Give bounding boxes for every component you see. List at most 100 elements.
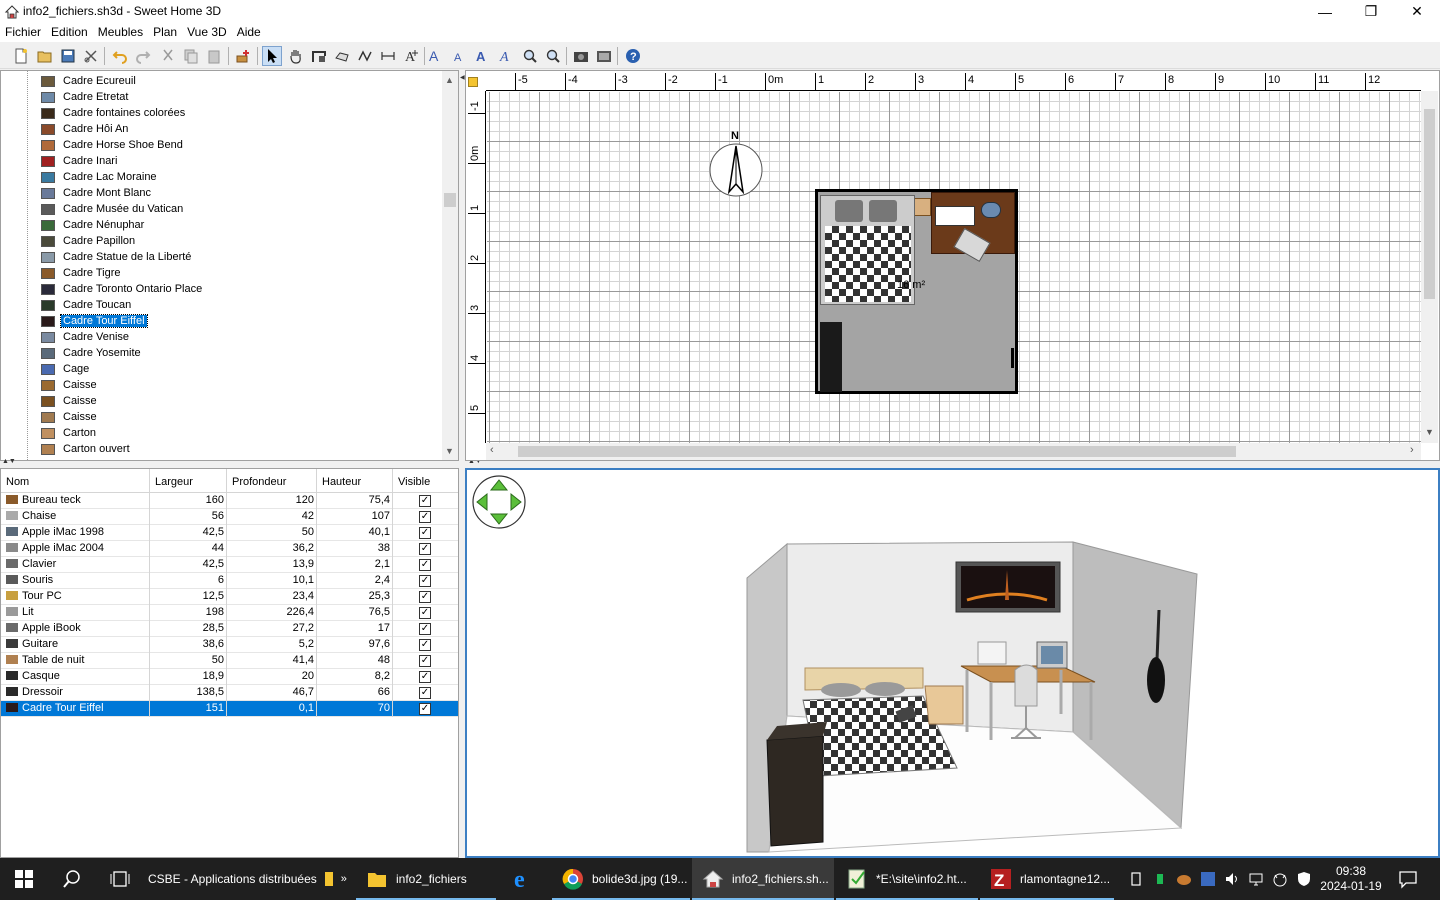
- cut-tool-icon[interactable]: [81, 46, 101, 66]
- zoom-in-icon[interactable]: [520, 46, 540, 66]
- 3d-nightstand[interactable]: [924, 685, 964, 725]
- plan-horizontal-scrollbar[interactable]: ‹ ›: [486, 443, 1421, 460]
- taskbar-folder-csbe[interactable]: CSBE - Applications distribuées »: [144, 858, 350, 900]
- plan-view[interactable]: -5 -4 -3 -2 -1 0m 1 2 3 4 5 6 7 8 9 10 11 12 -1 0m 1 2 3 4 5 N: [465, 70, 1440, 461]
- catalog-item[interactable]: Cadre Venise: [41, 329, 131, 345]
- pan-mode-icon[interactable]: [286, 46, 306, 66]
- search-button[interactable]: [48, 858, 96, 900]
- visible-checkbox[interactable]: ✓: [419, 671, 431, 683]
- catalog-item[interactable]: Cadre Statue de la Liberté: [41, 249, 193, 265]
- catalog-item[interactable]: Cadre Inari: [41, 153, 119, 169]
- catalog-item[interactable]: Caisse: [41, 409, 99, 425]
- scroll-left-icon[interactable]: ‹: [490, 444, 494, 456]
- visible-checkbox[interactable]: ✓: [419, 639, 431, 651]
- table-row[interactable]: Apple iMac 1998 42,5 50 40,1 ✓: [1, 525, 458, 541]
- catalog-item[interactable]: Caisse: [41, 377, 99, 393]
- close-button[interactable]: ✕: [1394, 0, 1440, 23]
- catalog-item[interactable]: Carton ouvert: [41, 441, 132, 457]
- create-dimensions-icon[interactable]: [378, 46, 398, 66]
- menu-aide[interactable]: Aide: [232, 23, 266, 42]
- 3d-painting[interactable]: [955, 561, 1061, 613]
- visible-checkbox[interactable]: ✓: [419, 623, 431, 635]
- catalog-item[interactable]: Cadre Hôi An: [41, 121, 130, 137]
- tray-settings-icon[interactable]: [1200, 871, 1216, 887]
- catalog-item[interactable]: Cadre Papillon: [41, 233, 137, 249]
- zoom-out-icon[interactable]: [543, 46, 563, 66]
- bold-text-icon[interactable]: A: [472, 46, 492, 66]
- table-row[interactable]: Tour PC 12,5 23,4 25,3 ✓: [1, 589, 458, 605]
- catalog-item[interactable]: Cadre Toucan: [41, 297, 133, 313]
- visible-checkbox[interactable]: ✓: [419, 543, 431, 555]
- catalog-item[interactable]: Cadre Toronto Ontario Place: [41, 281, 204, 297]
- visible-checkbox[interactable]: ✓: [419, 575, 431, 587]
- menu-fichier[interactable]: Fichier: [0, 23, 46, 42]
- furniture-catalog-tree[interactable]: Cadre Ecureuil Cadre Etretat Cadre fontain…: [0, 70, 459, 461]
- table-row[interactable]: Cadre Tour Eiffel 151 0,1 70 ✓: [1, 701, 458, 717]
- taskbar-folder-info2[interactable]: info2_fichiers: [356, 858, 496, 900]
- catalog-item[interactable]: Cadre fontaines colorées: [41, 105, 187, 121]
- catalog-item[interactable]: Cadre Horse Shoe Bend: [41, 137, 185, 153]
- plan-keyboard[interactable]: [935, 206, 975, 226]
- catalog-item[interactable]: Carton: [41, 425, 98, 441]
- add-furniture-icon[interactable]: [233, 46, 253, 66]
- taskbar-notepad-plus[interactable]: *E:\site\info2.ht...: [836, 858, 978, 900]
- volume-icon[interactable]: [1224, 871, 1240, 887]
- catalog-item[interactable]: Cadre Lac Moraine: [41, 169, 159, 185]
- table-row[interactable]: Guitare 38,6 5,2 97,6 ✓: [1, 637, 458, 653]
- navigation-arrows-icon[interactable]: [472, 475, 526, 529]
- create-video-icon[interactable]: [594, 46, 614, 66]
- table-row[interactable]: Bureau teck 160 120 75,4 ✓: [1, 493, 458, 509]
- tray-cat-icon[interactable]: [1272, 871, 1288, 887]
- tray-app-icon[interactable]: [1152, 871, 1168, 887]
- catalog-item[interactable]: Cadre Musée du Vatican: [41, 201, 185, 217]
- taskbar-sweet-home-3d[interactable]: info2_fichiers.sh...: [692, 858, 834, 900]
- usb-device-icon[interactable]: [1128, 871, 1144, 887]
- plan-grid[interactable]: N 16 m²: [487, 92, 1421, 444]
- increase-text-icon[interactable]: A: [426, 46, 446, 66]
- toolbar-overflow-icon[interactable]: »: [341, 873, 347, 885]
- catalog-scrollbar[interactable]: ▲ ▼: [442, 71, 458, 460]
- create-rooms-icon[interactable]: [332, 46, 352, 66]
- catalog-item[interactable]: Cadre Yosemite: [41, 345, 143, 361]
- visible-checkbox[interactable]: ✓: [419, 703, 431, 715]
- system-clock[interactable]: 09:38 2024-01-19: [1312, 864, 1390, 894]
- catalog-item[interactable]: Cadre Etretat: [41, 89, 130, 105]
- column-header-visible[interactable]: Visible: [393, 469, 458, 493]
- column-header-nom[interactable]: Nom: [1, 469, 150, 493]
- task-view-button[interactable]: [96, 858, 144, 900]
- visible-checkbox[interactable]: ✓: [419, 527, 431, 539]
- visible-checkbox[interactable]: ✓: [419, 655, 431, 667]
- visible-checkbox[interactable]: ✓: [419, 511, 431, 523]
- security-shield-icon[interactable]: [1296, 871, 1312, 887]
- visible-checkbox[interactable]: ✓: [419, 591, 431, 603]
- catalog-item[interactable]: Cadre Nénuphar: [41, 217, 146, 233]
- copy-icon[interactable]: [181, 46, 201, 66]
- furniture-table[interactable]: Nom Largeur Profondeur Hauteur Visible B…: [0, 468, 459, 858]
- save-icon[interactable]: [58, 46, 78, 66]
- minimize-button[interactable]: —: [1302, 0, 1348, 23]
- column-header-profondeur[interactable]: Profondeur: [227, 469, 317, 493]
- cut-icon[interactable]: [158, 46, 178, 66]
- taskbar-internet-explorer[interactable]: e: [500, 858, 548, 900]
- 3d-dresser[interactable]: [766, 722, 827, 847]
- horizontal-splitter[interactable]: ▲▼ ▲▼: [0, 458, 1440, 468]
- table-row[interactable]: Lit 198 226,4 76,5 ✓: [1, 605, 458, 621]
- visible-checkbox[interactable]: ✓: [419, 559, 431, 571]
- table-row[interactable]: Dressoir 138,5 46,7 66 ✓: [1, 685, 458, 701]
- 3d-scene[interactable]: [467, 470, 1438, 856]
- catalog-item[interactable]: Cage: [41, 361, 91, 377]
- decrease-text-icon[interactable]: A: [449, 46, 469, 66]
- plan-dresser[interactable]: [820, 322, 842, 392]
- menu-edition[interactable]: Edition: [46, 23, 93, 42]
- network-icon[interactable]: [1248, 871, 1264, 887]
- table-row[interactable]: Apple iBook 28,5 27,2 17 ✓: [1, 621, 458, 637]
- create-polylines-icon[interactable]: [355, 46, 375, 66]
- table-row[interactable]: Souris 6 10,1 2,4 ✓: [1, 573, 458, 589]
- taskbar-chrome[interactable]: bolide3d.jpg (19...: [552, 858, 690, 900]
- help-icon[interactable]: ?: [623, 46, 643, 66]
- table-row[interactable]: Clavier 42,5 13,9 2,1 ✓: [1, 557, 458, 573]
- catalog-item[interactable]: Caisse: [41, 393, 99, 409]
- create-photo-icon[interactable]: [571, 46, 591, 66]
- notifications-icon[interactable]: [1398, 869, 1418, 889]
- catalog-item[interactable]: Cadre Tigre: [41, 265, 122, 281]
